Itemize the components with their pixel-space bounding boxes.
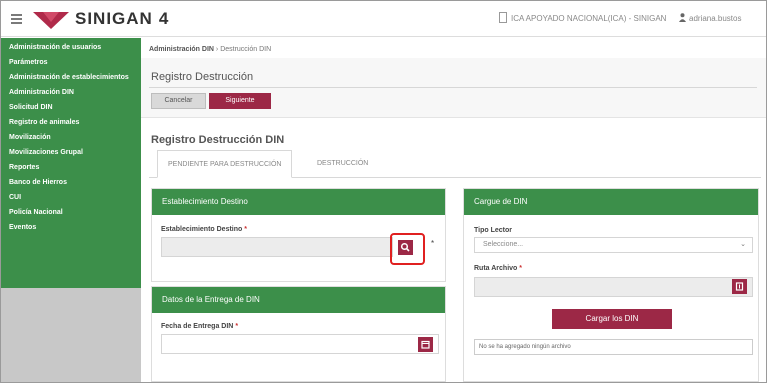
search-icon <box>400 242 410 252</box>
main-content: Administración DIN › Destrucción DIN Reg… <box>141 38 766 382</box>
reader-type-label: Tipo Lector <box>474 227 512 234</box>
organization-name: ICA APOYADO NACIONAL(ICA) - SINIGAN <box>511 14 667 23</box>
sidebar-item-user-admin[interactable]: Administración de usuarios <box>1 40 141 55</box>
panel-title: Cargue de DIN <box>464 189 758 215</box>
sidebar-item-establishments[interactable]: Administración de establecimientos <box>1 70 141 85</box>
chevron-down-icon: ⌄ <box>740 241 746 248</box>
app-window: SINIGAN 4 ICA APOYADO NACIONAL(ICA) - SIN… <box>0 0 767 383</box>
calendar-button[interactable] <box>418 337 433 352</box>
section-title: Registro Destrucción DIN <box>151 134 285 146</box>
sidebar-item-group-mobilization[interactable]: Movilizaciones Grupal <box>1 145 141 160</box>
sidebar-item-parameters[interactable]: Parámetros <box>1 55 141 70</box>
din-delivery-date-input[interactable] <box>161 334 439 354</box>
sidebar-item-din-request[interactable]: Solicitud DIN <box>1 100 141 115</box>
required-asterisk: * <box>431 239 435 248</box>
sidebar-item-reports[interactable]: Reportes <box>1 160 141 175</box>
sidebar-item-events[interactable]: Eventos <box>1 220 141 235</box>
tab-destruction[interactable]: DESTRUCCIÓN <box>307 150 378 178</box>
din-delivery-panel: Datos de la Entrega de DIN Fecha de Entr… <box>151 286 446 382</box>
top-bar: SINIGAN 4 ICA APOYADO NACIONAL(ICA) - SIN… <box>1 1 766 37</box>
building-icon <box>499 12 507 23</box>
upload-file-button[interactable] <box>732 279 747 294</box>
panel-title: Establecimiento Destino <box>152 189 445 215</box>
title-divider <box>149 87 757 88</box>
sidebar-item-mobilization[interactable]: Movilización <box>1 130 141 145</box>
sidebar-item-animal-registry[interactable]: Registro de animales <box>1 115 141 130</box>
sidebar-item-iron-bank[interactable]: Banco de Hierros <box>1 175 141 190</box>
page-header: Registro Destrucción Cancelar Siguiente <box>141 58 766 118</box>
sidebar: Administración de usuarios Parámetros Ad… <box>1 38 141 382</box>
page-title: Registro Destrucción <box>151 71 254 83</box>
sidebar-item-cui[interactable]: CUI <box>1 190 141 205</box>
sidebar-menu: Administración de usuarios Parámetros Ad… <box>1 38 141 288</box>
destination-establishment-panel: Establecimiento Destino Establecimiento … <box>151 188 446 282</box>
logo-icon <box>33 12 69 29</box>
breadcrumb-current: Destrucción DIN <box>220 46 272 53</box>
load-din-button[interactable]: Cargar los DIN <box>552 309 672 329</box>
sidebar-item-din-admin[interactable]: Administración DIN <box>1 85 141 100</box>
cancel-button[interactable]: Cancelar <box>151 93 206 109</box>
brand-name: SINIGAN 4 <box>75 9 170 28</box>
next-button[interactable]: Siguiente <box>209 93 271 109</box>
file-path-input[interactable] <box>474 277 753 297</box>
upload-icon <box>735 282 744 291</box>
panel-title: Datos de la Entrega de DIN <box>152 287 445 313</box>
file-path-label: Ruta Archivo * <box>474 265 522 272</box>
breadcrumb-parent[interactable]: Administración DIN <box>149 46 214 53</box>
tab-bar: PENDIENTE PARA DESTRUCCIÓN DESTRUCCIÓN <box>149 150 761 178</box>
user-icon <box>679 13 686 22</box>
reader-type-select[interactable]: Seleccione... ⌄ <box>474 237 753 253</box>
no-file-message: No se ha agregado ningún archivo <box>474 339 753 355</box>
search-establishment-button[interactable] <box>398 240 413 255</box>
tab-pending-destruction[interactable]: PENDIENTE PARA DESTRUCCIÓN <box>157 150 293 178</box>
sidebar-item-national-police[interactable]: Policía Nacional <box>1 205 141 220</box>
reader-type-selected: Seleccione... <box>483 241 524 248</box>
din-upload-panel: Cargue de DIN Tipo Lector Seleccione... … <box>463 188 759 382</box>
field-label: Fecha de Entrega DIN * <box>161 323 239 330</box>
field-label: Establecimiento Destino * <box>161 226 247 233</box>
hamburger-menu-icon[interactable] <box>11 14 22 24</box>
calendar-icon <box>421 340 430 349</box>
destination-establishment-input[interactable] <box>161 237 393 257</box>
breadcrumb: Administración DIN › Destrucción DIN <box>149 46 272 53</box>
user-menu[interactable]: adriana.bustos <box>689 14 741 23</box>
